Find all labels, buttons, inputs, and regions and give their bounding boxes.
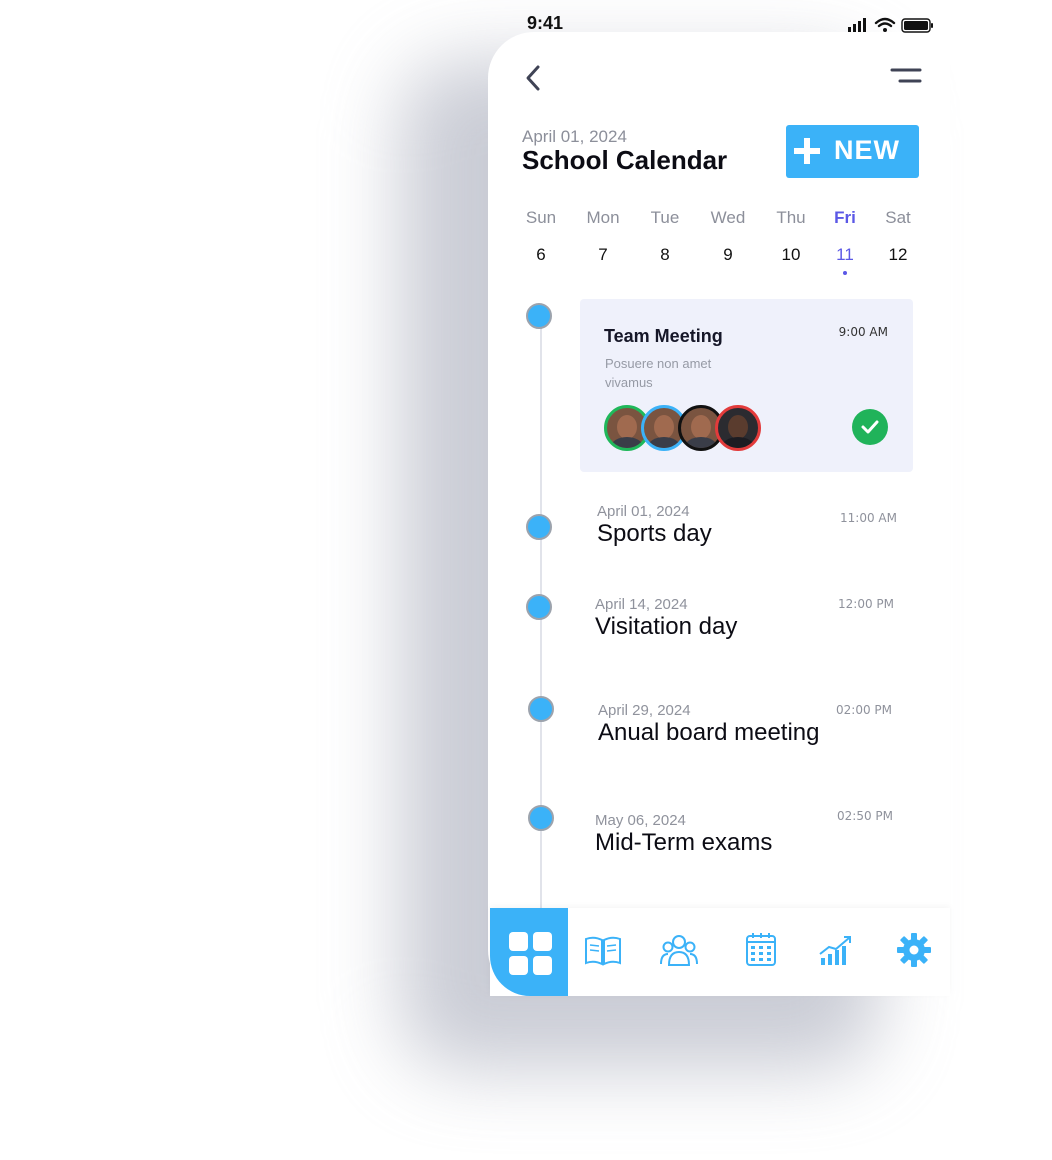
signal-icon bbox=[848, 18, 866, 32]
plus-icon bbox=[794, 138, 820, 164]
new-button-label: NEW bbox=[834, 135, 900, 165]
status-time: 9:41 bbox=[527, 13, 564, 33]
event-title: Sports day bbox=[597, 520, 712, 547]
day-thu[interactable]: Thu 10 bbox=[761, 208, 821, 265]
day-mon[interactable]: Mon 7 bbox=[573, 208, 633, 265]
event-date: May 06, 2024 bbox=[595, 812, 686, 829]
check-icon[interactable] bbox=[852, 409, 888, 445]
event-date: April 29, 2024 bbox=[598, 702, 691, 719]
day-name: Sun bbox=[525, 208, 557, 227]
day-date: 10 bbox=[781, 245, 801, 264]
day-name: Tue bbox=[650, 208, 680, 227]
day-name: Mon bbox=[586, 208, 620, 227]
settings-icon[interactable] bbox=[894, 930, 934, 970]
battery-icon bbox=[901, 18, 933, 33]
timeline-dot bbox=[526, 594, 552, 620]
status-icons bbox=[848, 17, 933, 33]
day-sun[interactable]: Sun 6 bbox=[511, 208, 571, 265]
users-icon[interactable] bbox=[659, 930, 699, 970]
event-time: 02:00 PM bbox=[836, 703, 892, 717]
event-title: Mid-Term exams bbox=[595, 829, 773, 856]
event-time: 12:00 PM bbox=[838, 597, 894, 611]
header-date: April 01, 2024 bbox=[522, 127, 627, 146]
day-fri-selected[interactable]: Fri 11 bbox=[815, 208, 875, 275]
day-tue[interactable]: Tue 8 bbox=[635, 208, 695, 265]
day-name: Thu bbox=[776, 208, 806, 227]
day-date: 11 bbox=[836, 245, 854, 264]
day-date: 9 bbox=[723, 245, 733, 264]
list-item[interactable]: April 01, 2024 Sports day bbox=[597, 503, 712, 548]
day-date: 6 bbox=[536, 245, 546, 264]
event-time: 9:00 AM bbox=[838, 325, 888, 339]
list-item[interactable]: April 29, 2024 Anual board meeting bbox=[598, 702, 819, 747]
event-description: Posuere non amet vivamus bbox=[605, 356, 712, 390]
timeline-dot bbox=[528, 696, 554, 722]
event-date: April 14, 2024 bbox=[595, 596, 688, 613]
day-date: 12 bbox=[888, 245, 908, 264]
list-item[interactable]: May 06, 2024 Mid-Term exams bbox=[595, 812, 772, 857]
event-time: 11:00 AM bbox=[840, 511, 897, 525]
book-icon[interactable] bbox=[583, 930, 623, 970]
back-icon[interactable] bbox=[520, 62, 550, 94]
dashboard-icon bbox=[509, 932, 552, 975]
wifi-icon bbox=[874, 17, 896, 28]
timeline-dot bbox=[528, 805, 554, 831]
timeline-dot bbox=[526, 303, 552, 329]
timeline-dot bbox=[526, 514, 552, 540]
event-title: Anual board meeting bbox=[598, 719, 820, 746]
selected-day-dot bbox=[843, 271, 847, 275]
day-date: 8 bbox=[660, 245, 670, 264]
avatar bbox=[715, 405, 761, 451]
chart-icon[interactable] bbox=[816, 930, 856, 970]
day-sat[interactable]: Sat 12 bbox=[868, 208, 928, 265]
day-name: Wed bbox=[710, 208, 746, 227]
day-date: 7 bbox=[598, 245, 608, 264]
menu-icon[interactable] bbox=[886, 64, 924, 90]
new-event-button[interactable]: NEW bbox=[786, 125, 919, 178]
event-date: April 01, 2024 bbox=[597, 503, 690, 520]
page-title: School Calendar bbox=[522, 145, 728, 175]
calendar-icon[interactable] bbox=[741, 930, 781, 970]
event-time: 02:50 PM bbox=[837, 809, 893, 823]
list-item[interactable]: April 14, 2024 Visitation day bbox=[595, 596, 737, 641]
event-title: Visitation day bbox=[595, 613, 738, 640]
tab-dashboard[interactable] bbox=[490, 908, 568, 996]
day-name: Sat bbox=[885, 208, 911, 227]
day-wed[interactable]: Wed 9 bbox=[698, 208, 758, 265]
day-name: Fri bbox=[834, 208, 856, 227]
event-card-team-meeting[interactable]: Team Meeting 9:00 AM Posuere non amet vi… bbox=[580, 299, 913, 472]
event-title: Team Meeting bbox=[604, 326, 723, 346]
